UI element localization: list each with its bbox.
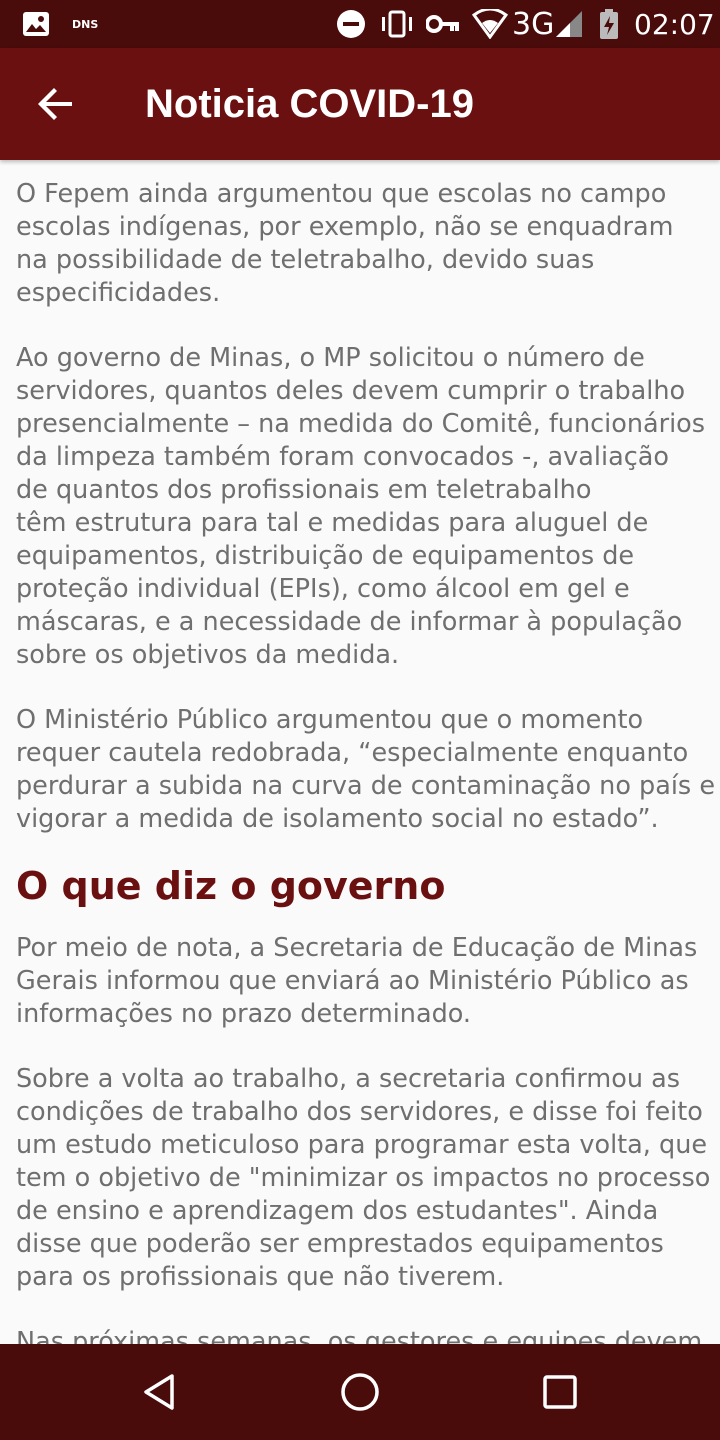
network-type: 3G xyxy=(512,6,555,42)
text-line: Sobre a volta ao trabalho, a secretaria … xyxy=(16,1064,681,1094)
text-line: têm estrutura para tal e medidas para al… xyxy=(16,508,649,538)
text-line: especificidades. xyxy=(16,278,221,308)
recents-square-icon xyxy=(543,1375,577,1409)
text-line: escolas indígenas, por exemplo, não se e… xyxy=(16,212,674,242)
signal-icon xyxy=(554,0,584,48)
article-paragraph-3: O Ministério Público argumentou que o mo… xyxy=(16,704,716,836)
text-line: na possibilidade de teletrabalho, devido… xyxy=(16,245,595,275)
text-line: presencialmente – na medida do Comitê, f… xyxy=(16,409,706,439)
section-heading: O que diz o governo xyxy=(16,864,446,908)
text-line: tem o objetivo de "minimizar os impactos… xyxy=(16,1163,711,1193)
article-paragraph-6: Nas próximas semanas, os gestores e equi… xyxy=(16,1326,706,1344)
text-line: Gerais informou que enviará ao Ministéri… xyxy=(16,966,689,996)
article-paragraph-4: Por meio de nota, a Secretaria de Educaç… xyxy=(16,932,706,1031)
text-line: vigorar a medida de isolamento social no… xyxy=(16,804,659,834)
vpn-key-icon xyxy=(426,0,460,48)
article-scroll-view[interactable]: O Fepem ainda argumentou que escolas no … xyxy=(0,160,720,1344)
dnd-icon xyxy=(336,0,366,48)
text-line: condições de trabalho dos servidores, e … xyxy=(16,1097,703,1127)
article-paragraph-5: Sobre a volta ao trabalho, a secretaria … xyxy=(16,1063,711,1294)
page-title: Noticia COVID-19 xyxy=(145,82,474,126)
text-line: de ensino e aprendizagem dos estudantes"… xyxy=(16,1196,659,1226)
back-triangle-icon xyxy=(144,1374,174,1410)
dns-label: DNS xyxy=(72,17,99,31)
text-line: disse que poderão ser emprestados equipa… xyxy=(16,1229,664,1259)
text-line: da limpeza também foram convocados -, av… xyxy=(16,442,669,472)
text-line: requer cautela redobrada, “especialmente… xyxy=(16,738,689,768)
home-circle-icon xyxy=(341,1373,379,1411)
text-line: de quantos dos profissionais em teletrab… xyxy=(16,475,592,505)
text-line: O Ministério Público argumentou que o mo… xyxy=(16,705,644,735)
text-line: equipamentos, distribuição de equipament… xyxy=(16,541,635,571)
status-bar: DNS 3G 02:07 xyxy=(0,0,720,48)
arrow-back-icon xyxy=(38,88,72,120)
text-line: para os profissionais que não tiverem. xyxy=(16,1262,505,1292)
text-line: O Fepem ainda argumentou que escolas no … xyxy=(16,179,667,209)
text-line: sobre os objetivos da medida. xyxy=(16,640,400,670)
nav-back-button[interactable] xyxy=(112,1344,208,1440)
back-button[interactable] xyxy=(20,68,92,140)
navigation-bar xyxy=(0,1344,720,1440)
article-paragraph-1: O Fepem ainda argumentou que escolas no … xyxy=(16,178,706,310)
vibrate-icon xyxy=(378,0,416,48)
text-line: máscaras, e a necessidade de informar à … xyxy=(16,607,683,637)
image-icon xyxy=(22,0,50,48)
wifi-icon xyxy=(472,0,508,48)
text-line: informações no prazo determinado. xyxy=(16,999,472,1029)
nav-recents-button[interactable] xyxy=(512,1344,608,1440)
text-line: Por meio de nota, a Secretaria de Educaç… xyxy=(16,933,698,963)
text-line: Nas próximas semanas, os gestores e equi… xyxy=(16,1327,703,1344)
text-line: Ao governo de Minas, o MP solicitou o nú… xyxy=(16,343,645,373)
app-bar: Noticia COVID-19 xyxy=(0,48,720,160)
text-line: perdurar a subida na curva de contaminaç… xyxy=(16,771,716,801)
clock: 02:07 xyxy=(634,7,715,41)
battery-charging-icon xyxy=(598,0,620,48)
nav-home-button[interactable] xyxy=(312,1344,408,1440)
text-line: servidores, quantos deles devem cumprir … xyxy=(16,376,686,406)
article-paragraph-2: Ao governo de Minas, o MP solicitou o nú… xyxy=(16,342,706,672)
article-body: O Fepem ainda argumentou que escolas no … xyxy=(16,178,716,1344)
text-line: um estudo meticuloso para programar esta… xyxy=(16,1130,708,1160)
text-line: proteção individual (EPIs), como álcool … xyxy=(16,574,630,604)
